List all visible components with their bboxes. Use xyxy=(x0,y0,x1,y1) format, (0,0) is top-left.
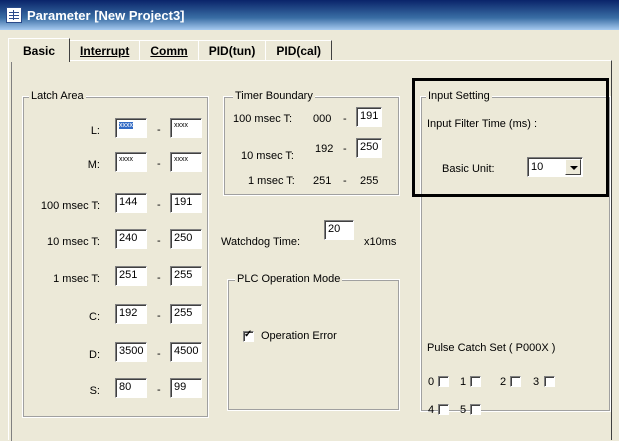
tab-pid-tun[interactable]: PID(tun) xyxy=(197,40,267,60)
tab-strip: Basic Interrupt Comm PID(tun) PID(cal) xyxy=(8,38,333,62)
latch-10ms-label: 10 msec T: xyxy=(47,236,100,248)
tab-interrupt[interactable]: Interrupt xyxy=(69,40,141,60)
latch-s-label: S: xyxy=(89,385,100,397)
pulse-bit-3-checkbox[interactable] xyxy=(544,376,555,387)
latch-1ms-from-input[interactable]: 251 xyxy=(115,266,147,286)
latch-l-label: L: xyxy=(90,125,100,137)
timer-10ms-from: 192 xyxy=(315,143,334,155)
timer-10ms-to-input[interactable]: 250 xyxy=(356,138,382,158)
latch-d-label: D: xyxy=(89,349,100,361)
timer-1ms-to: 255 xyxy=(360,175,379,187)
highlight-frame xyxy=(412,78,609,197)
operation-error-checkbox[interactable] xyxy=(243,329,254,342)
latch-10ms-from-input[interactable]: 240 xyxy=(115,229,147,249)
tab-basic[interactable]: Basic xyxy=(8,38,71,62)
latch-l-to-input[interactable]: xxxx xyxy=(170,118,202,138)
timer-1ms-label: 1 msec T: xyxy=(248,175,295,187)
latch-100ms-to-input[interactable]: 191 xyxy=(170,193,202,213)
latch-area-legend: Latch Area xyxy=(29,90,86,102)
latch-m-label: M: xyxy=(87,159,100,171)
timer-1ms-from: 251 xyxy=(313,175,332,187)
latch-c-from-input[interactable]: 192 xyxy=(115,304,147,324)
pulse-bit-1-checkbox[interactable] xyxy=(470,376,481,387)
latch-100ms-from-input[interactable]: 144 xyxy=(115,193,147,213)
timer-100ms-from: 000 xyxy=(313,113,332,125)
latch-m-to-input[interactable]: xxxx xyxy=(170,152,202,172)
plc-operation-mode-group: PLC Operation Mode xyxy=(227,273,400,411)
window-title: Parameter [New Project3] xyxy=(27,7,185,23)
timer-boundary-legend: Timer Boundary xyxy=(233,90,315,102)
latch-1ms-label: 1 msec T: xyxy=(53,273,100,285)
pulse-bit-2-checkbox[interactable] xyxy=(510,376,521,387)
title-bar: Parameter [New Project3] xyxy=(0,0,619,30)
tab-comm[interactable]: Comm xyxy=(139,40,199,60)
pulse-catch-label: Pulse Catch Set ( P000X ) xyxy=(427,342,556,354)
parameter-app-icon xyxy=(6,7,22,23)
latch-c-to-input[interactable]: 255 xyxy=(170,304,202,324)
timer-100ms-label: 100 msec T: xyxy=(233,113,293,125)
timer-100ms-to-input[interactable]: 191 xyxy=(356,107,382,127)
latch-s-from-input[interactable]: 80 xyxy=(115,378,147,398)
latch-m-from-input[interactable]: xxxx xyxy=(115,152,147,172)
latch-c-label: C: xyxy=(89,311,100,323)
watchdog-time-input[interactable]: 20 xyxy=(324,220,354,240)
watchdog-unit: x10ms xyxy=(364,236,397,248)
latch-d-from-input[interactable]: 3500 xyxy=(115,342,147,362)
pulse-bit-5-checkbox[interactable] xyxy=(470,404,481,415)
latch-100ms-label: 100 msec T: xyxy=(40,200,100,212)
plc-operation-mode-legend: PLC Operation Mode xyxy=(235,273,343,285)
latch-1ms-to-input[interactable]: 255 xyxy=(170,266,202,286)
operation-error-label: Operation Error xyxy=(261,330,337,342)
latch-l-from-input[interactable]: xxxx xyxy=(115,118,147,138)
watchdog-label: Watchdog Time: xyxy=(221,236,301,248)
latch-10ms-to-input[interactable]: 250 xyxy=(170,229,202,249)
latch-area-group: Latch Area xyxy=(22,90,209,418)
pulse-bit-4-checkbox[interactable] xyxy=(438,404,449,415)
pulse-bit-0-checkbox[interactable] xyxy=(438,376,449,387)
latch-s-to-input[interactable]: 99 xyxy=(170,378,202,398)
tab-pid-cal[interactable]: PID(cal) xyxy=(265,40,333,60)
timer-10ms-label: 10 msec T: xyxy=(241,150,294,162)
latch-d-to-input[interactable]: 4500 xyxy=(170,342,202,362)
